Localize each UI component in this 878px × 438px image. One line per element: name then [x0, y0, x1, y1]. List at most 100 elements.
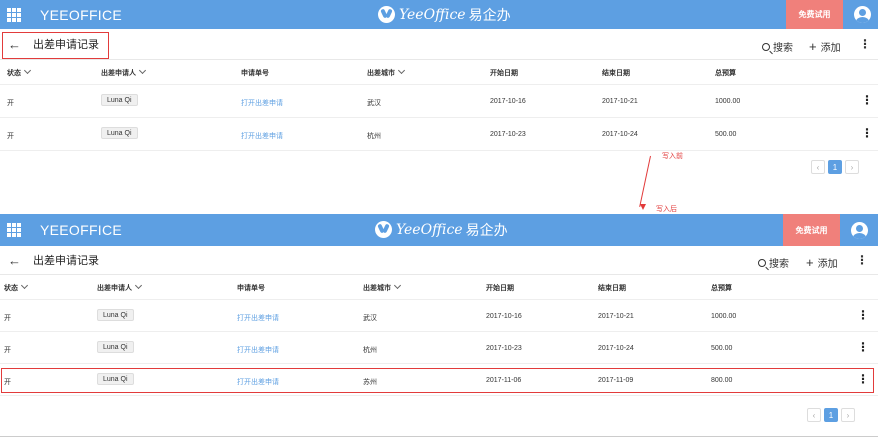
cell-status: 开 — [4, 347, 11, 354]
row-more-icon[interactable]: ⋮ — [861, 94, 873, 106]
back-arrow-icon[interactable]: ← — [8, 37, 21, 52]
table-row[interactable]: 开 Luna Qi 打开出差申请 武汉 2017-10-16 2017-10-2… — [0, 300, 878, 332]
avatar-icon — [850, 221, 868, 239]
form-link[interactable]: 打开出差申请 — [237, 377, 279, 387]
add-button[interactable]: + 添加 — [809, 38, 841, 55]
row-more-icon[interactable]: ⋮ — [857, 309, 869, 321]
page-header: ← 出差申请记录 搜索 + 添加 ⋮ — [0, 29, 878, 60]
cell-city: 武汉 — [367, 100, 381, 107]
search-button[interactable]: 搜索 — [762, 39, 793, 54]
chevron-down-icon — [134, 281, 143, 290]
user-avatar[interactable] — [847, 0, 878, 29]
applicant-chip[interactable]: Luna Qi — [101, 94, 138, 106]
cell-status: 开 — [7, 133, 14, 140]
cell-city: 杭州 — [367, 133, 381, 140]
app-title: YEEOFFICE — [40, 6, 123, 23]
avatar-icon — [854, 6, 871, 23]
chevron-down-icon — [397, 66, 406, 75]
col-applicant-label: 出差申请人 — [97, 285, 132, 292]
next-page-button[interactable]: › — [845, 160, 859, 174]
page-title: 出差申请记录 — [33, 255, 99, 267]
pagination: ‹ 1 › — [811, 160, 859, 174]
search-label: 搜索 — [773, 43, 793, 54]
prev-page-button[interactable]: ‹ — [811, 160, 825, 174]
col-end: 结束日期 — [602, 70, 630, 77]
page-title: 出差申请记录 — [33, 39, 99, 51]
row-more-icon[interactable]: ⋮ — [861, 127, 873, 139]
cell-city: 武汉 — [363, 315, 377, 322]
more-options-icon[interactable]: ⋮ — [859, 37, 871, 51]
col-city[interactable]: 出差城市 — [363, 281, 402, 293]
col-start: 开始日期 — [490, 70, 518, 77]
plus-icon: + — [806, 254, 814, 270]
cell-start: 2017-11-06 — [486, 377, 522, 384]
brand-logo: YeeOffice 易企办 — [378, 5, 511, 24]
col-end: 结束日期 — [598, 285, 626, 292]
page-1-button[interactable]: 1 — [824, 408, 838, 422]
cell-budget: 1000.00 — [715, 98, 741, 105]
cell-end: 2017-10-24 — [598, 345, 634, 352]
add-label: 添加 — [820, 43, 841, 54]
add-label: 添加 — [817, 259, 838, 270]
col-budget: 总预算 — [715, 70, 736, 77]
panel-after: YEEOFFICE YeeOffice 易企办 免费试用 ← 出差申请记录 搜索… — [0, 214, 878, 422]
yeeoffice-logo-icon — [378, 6, 395, 23]
table-row[interactable]: 开 Luna Qi 打开出差申请 苏州 2017-11-06 2017-11-0… — [0, 364, 878, 396]
top-nav-bar: YEEOFFICE YeeOffice 易企办 免费试用 — [0, 214, 878, 246]
applicant-chip[interactable]: Luna Qi — [97, 373, 134, 385]
cell-budget: 1000.00 — [711, 313, 737, 320]
brand-logo: YeeOffice 易企办 — [375, 220, 508, 239]
col-status[interactable]: 状态 — [7, 66, 32, 78]
row-more-icon[interactable]: ⋮ — [857, 373, 869, 385]
applicant-chip[interactable]: Luna Qi — [101, 127, 138, 139]
applicant-chip[interactable]: Luna Qi — [97, 309, 134, 321]
table-row[interactable]: 开 Luna Qi 打开出差申请 杭州 2017-10-23 2017-10-2… — [0, 332, 878, 364]
col-budget: 总预算 — [711, 285, 732, 292]
pagination: ‹ 1 › — [807, 408, 855, 422]
form-link[interactable]: 打开出差申请 — [241, 98, 283, 108]
page-1-button[interactable]: 1 — [828, 160, 842, 174]
col-applicant[interactable]: 出差申请人 — [97, 281, 143, 293]
more-options-icon[interactable]: ⋮ — [856, 253, 868, 267]
free-trial-button[interactable]: 免费试用 — [786, 0, 843, 29]
applicant-chip[interactable]: Luna Qi — [97, 341, 134, 353]
app-grid-icon[interactable] — [7, 7, 21, 22]
plus-icon: + — [809, 38, 817, 54]
logo-latin-text: YeeOffice — [399, 6, 466, 23]
app-title: YEEOFFICE — [40, 222, 123, 238]
prev-page-button[interactable]: ‹ — [807, 408, 821, 422]
cell-start: 2017-10-23 — [490, 131, 526, 138]
row-more-icon[interactable]: ⋮ — [857, 341, 869, 353]
col-city[interactable]: 出差城市 — [367, 66, 406, 78]
form-link[interactable]: 打开出差申请 — [237, 345, 279, 355]
col-status-label: 状态 — [7, 70, 21, 77]
cell-end: 2017-11-09 — [598, 377, 634, 384]
table-row[interactable]: 开 Luna Qi 打开出差申请 杭州 2017-10-23 2017-10-2… — [0, 118, 878, 151]
add-button[interactable]: + 添加 — [806, 254, 838, 271]
search-button[interactable]: 搜索 — [758, 255, 789, 270]
user-avatar[interactable] — [840, 214, 878, 246]
col-form: 申请单号 — [241, 70, 269, 77]
col-start: 开始日期 — [486, 285, 514, 292]
form-link[interactable]: 打开出差申请 — [237, 313, 279, 323]
next-page-button[interactable]: › — [841, 408, 855, 422]
back-arrow-icon[interactable]: ← — [8, 253, 21, 268]
col-status-label: 状态 — [4, 285, 18, 292]
yeeoffice-logo-icon — [375, 221, 392, 238]
table-header: 状态 出差申请人 申请单号 出差城市 开始日期 结束日期 总预算 — [0, 275, 878, 300]
top-nav-bar: YEEOFFICE YeeOffice 易企办 免费试用 — [0, 0, 878, 29]
cell-end: 2017-10-21 — [598, 313, 634, 320]
before-label: 写入前 — [662, 153, 683, 160]
col-form: 申请单号 — [237, 285, 265, 292]
form-link[interactable]: 打开出差申请 — [241, 131, 283, 141]
cell-city: 苏州 — [363, 379, 377, 386]
search-icon — [758, 258, 766, 267]
free-trial-button[interactable]: 免费试用 — [783, 214, 840, 246]
panel-before: YEEOFFICE YeeOffice 易企办 免费试用 ← 出差申请记录 搜索… — [0, 0, 878, 174]
cell-city: 杭州 — [363, 347, 377, 354]
table-row[interactable]: 开 Luna Qi 打开出差申请 武汉 2017-10-16 2017-10-2… — [0, 85, 878, 118]
app-grid-icon[interactable] — [7, 223, 21, 237]
col-applicant-label: 出差申请人 — [101, 70, 136, 77]
col-applicant[interactable]: 出差申请人 — [101, 66, 147, 78]
col-status[interactable]: 状态 — [4, 281, 29, 293]
